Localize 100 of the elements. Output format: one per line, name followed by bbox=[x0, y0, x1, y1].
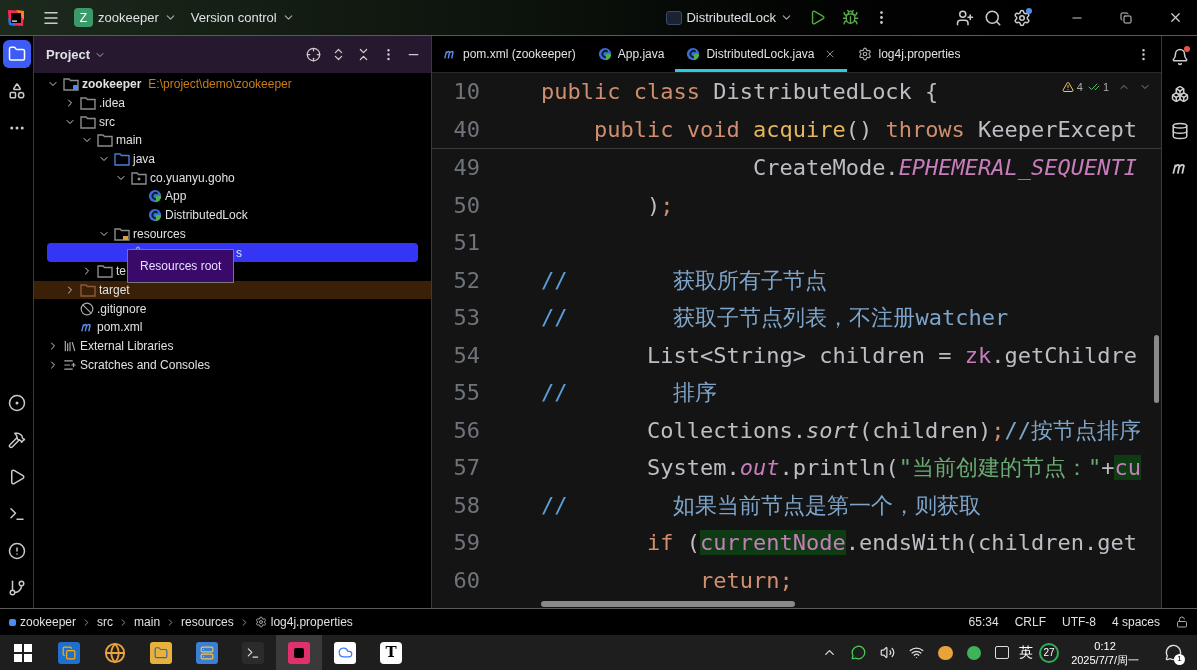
class-icon bbox=[686, 47, 701, 61]
tree-item[interactable]: External Libraries bbox=[34, 336, 174, 356]
breadcrumb[interactable]: zookeeper bbox=[9, 613, 77, 631]
debug-icon[interactable] bbox=[842, 9, 859, 26]
tree-item[interactable]: java bbox=[34, 149, 155, 169]
wifi-icon[interactable] bbox=[909, 645, 925, 660]
scrollbar-thumb[interactable] bbox=[541, 601, 795, 607]
item-path: E:\project\demo\zookeeper bbox=[148, 76, 292, 94]
folder-icon bbox=[114, 152, 130, 167]
scrollbar-thumb[interactable] bbox=[1154, 335, 1159, 403]
item-label: .idea bbox=[99, 95, 126, 113]
line-number: 57 bbox=[452, 454, 480, 483]
add-user-icon[interactable] bbox=[956, 8, 974, 27]
line-number: 54 bbox=[452, 341, 480, 370]
project-switcher[interactable]: Z zookeeper bbox=[74, 7, 177, 28]
panel-title[interactable]: Project bbox=[46, 44, 91, 65]
code-line: // 获取子节点列表，不注册watcher bbox=[541, 304, 1009, 333]
input-method[interactable]: 英 bbox=[1019, 642, 1034, 663]
item-label: zookeeper bbox=[82, 76, 142, 94]
breadcrumb[interactable]: resources bbox=[181, 613, 234, 631]
tree-item[interactable]: co.yuanyu.goho bbox=[34, 168, 235, 188]
settings-icon[interactable] bbox=[1012, 7, 1032, 28]
tree-item[interactable]: App bbox=[34, 187, 187, 206]
tree-item[interactable]: target bbox=[34, 280, 431, 300]
app-logo-icon[interactable] bbox=[6, 7, 26, 28]
config-icon bbox=[666, 10, 683, 25]
volume-icon[interactable] bbox=[880, 645, 896, 660]
item-label: .gitignore bbox=[97, 300, 147, 318]
item-label: resources bbox=[133, 225, 186, 243]
class-icon bbox=[148, 189, 162, 204]
line-number: 58 bbox=[452, 491, 480, 520]
tree-item[interactable]: resources bbox=[34, 224, 186, 244]
breadcrumb[interactable]: src bbox=[97, 613, 114, 631]
library-icon bbox=[63, 338, 77, 353]
tree-item[interactable]: .idea bbox=[34, 93, 126, 113]
code-line: return; bbox=[698, 566, 793, 595]
file-encoding[interactable]: UTF-8 bbox=[1061, 613, 1096, 631]
tray-badge[interactable]: 27 bbox=[1039, 642, 1060, 663]
restore-icon[interactable] bbox=[1120, 11, 1132, 24]
code-line: // 如果当前节点是第一个，则获取 bbox=[541, 491, 982, 520]
item-label: src bbox=[99, 113, 115, 131]
indent-setting[interactable]: 4 spaces bbox=[1111, 613, 1160, 631]
cursor-position[interactable]: 65:34 bbox=[968, 613, 999, 631]
item-label: s bbox=[236, 244, 242, 262]
code-line: // 排序 bbox=[541, 379, 718, 408]
folder-icon bbox=[97, 264, 113, 279]
line-number: 55 bbox=[452, 379, 480, 408]
tree-item[interactable]: DistributedLock bbox=[34, 205, 248, 225]
warning-icon[interactable] bbox=[1061, 81, 1074, 94]
tree-item[interactable]: src bbox=[34, 112, 115, 132]
close-icon[interactable] bbox=[1168, 10, 1183, 25]
clock-date[interactable]: 2025/7/7/周一 bbox=[1071, 652, 1139, 667]
project-badge: Z bbox=[74, 8, 93, 27]
tray-app-icon[interactable] bbox=[995, 646, 1010, 659]
settings-icon bbox=[254, 616, 267, 628]
editor-tab[interactable]: App.java bbox=[586, 36, 676, 72]
line-number: 49 bbox=[452, 154, 480, 183]
scratches-icon bbox=[63, 357, 77, 372]
project-tool-icon[interactable] bbox=[2, 40, 31, 68]
item-label: target bbox=[99, 281, 130, 299]
tree-item[interactable]: Scratches and Consoles bbox=[34, 355, 211, 374]
chat-icon[interactable] bbox=[851, 645, 867, 660]
class-icon bbox=[597, 47, 612, 61]
module-icon bbox=[9, 618, 16, 626]
ide-app-icon[interactable] bbox=[276, 635, 322, 670]
tree-item[interactable]: zookeeper E:\project\demo\zookeeper bbox=[34, 75, 292, 94]
breadcrumb[interactable]: log4j.properties bbox=[254, 613, 353, 631]
run-icon[interactable] bbox=[809, 9, 826, 26]
tree-item[interactable]: main bbox=[34, 131, 142, 150]
code-line: CreateMode.EPHEMERAL_SEQUENTI bbox=[751, 154, 1138, 183]
tray-app-icon[interactable] bbox=[967, 645, 982, 660]
code-line: if (currentNode.endsWith(children.get bbox=[645, 529, 1138, 558]
item-label: pom.xml bbox=[97, 319, 143, 337]
item-label: java bbox=[133, 151, 155, 169]
tree-item[interactable]: .gitignore bbox=[34, 299, 147, 318]
editor-tab[interactable]: log4j.properties bbox=[847, 36, 972, 72]
line-number: 59 bbox=[452, 529, 480, 558]
search-icon[interactable] bbox=[984, 8, 1002, 27]
code-line: public void acquire() throws KeeperExcept bbox=[592, 115, 1138, 144]
item-label: DistributedLock bbox=[165, 207, 248, 225]
tree-item[interactable]: pom.xml bbox=[34, 317, 143, 337]
locate-icon[interactable] bbox=[306, 47, 321, 62]
warning-count: 4 bbox=[1076, 80, 1083, 95]
item-label: te bbox=[116, 263, 126, 281]
item-label: App bbox=[165, 188, 187, 206]
notification-center-icon[interactable]: 1 bbox=[1163, 642, 1183, 663]
clock-time[interactable]: 0:12 bbox=[1094, 638, 1116, 653]
tree-item[interactable]: te bbox=[34, 261, 126, 281]
line-number: 52 bbox=[452, 266, 480, 295]
folder-icon bbox=[80, 282, 96, 297]
line-separator[interactable]: CRLF bbox=[1014, 613, 1046, 631]
tray-app-icon[interactable] bbox=[938, 645, 954, 660]
folder-icon bbox=[97, 133, 113, 148]
breadcrumb[interactable]: main bbox=[134, 613, 161, 631]
folder-icon bbox=[114, 226, 130, 241]
editor-tab[interactable]: pom.xml (zookeeper) bbox=[432, 36, 587, 72]
vcs-menu[interactable]: Version control bbox=[190, 7, 295, 28]
run-config-selector[interactable]: DistributedLock bbox=[666, 7, 793, 28]
lock-icon[interactable] bbox=[1176, 616, 1188, 628]
item-label: main bbox=[116, 132, 142, 150]
